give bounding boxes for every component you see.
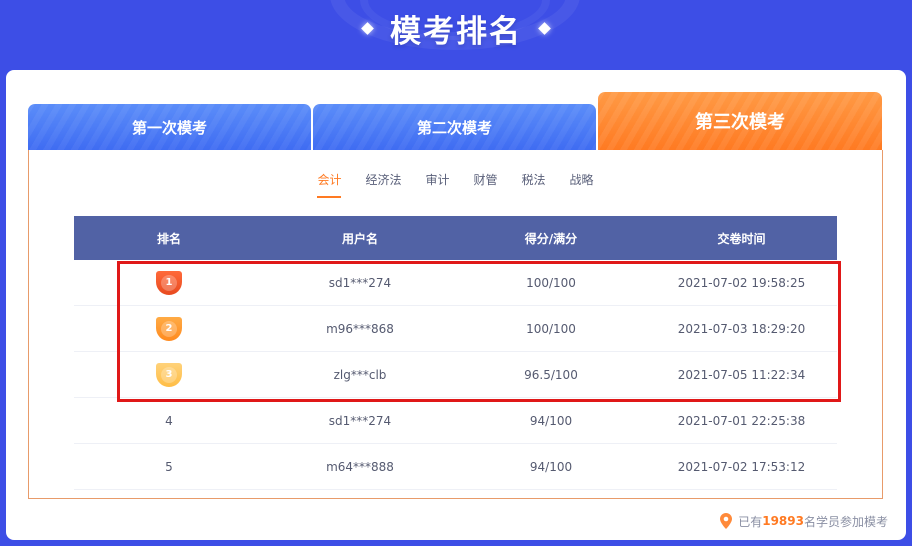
score-cell: 96.5/100 [524,367,578,382]
gold-medal-icon: 1 [156,270,182,295]
tab-second-exam[interactable]: 第二次模考 [313,104,596,150]
time-cell: 2021-07-01 22:25:38 [677,413,806,428]
table-header: 排名 用户名 得分/满分 交卷时间 [74,216,837,260]
subject-tabs: 会计 经济法 审计 财管 税法 战略 [29,170,882,200]
subject-tab-financial-management[interactable]: 财管 [474,170,498,198]
time-cell: 2021-07-05 11:22:34 [677,367,806,382]
table-row: 3 zlg***clb 96.5/100 2021-07-05 11:22:34 [74,352,837,398]
location-pin-icon [720,513,733,529]
rank-number: 1 [165,277,173,288]
column-header-score: 得分/满分 [524,231,578,246]
time-cell: 2021-07-03 18:29:20 [677,321,806,336]
table-row: 1 sd1***274 100/100 2021-07-02 19:58:25 [74,260,837,306]
exam-tabs: 第一次模考 第二次模考 第三次模考 [28,92,882,150]
bronze-medal-icon: 3 [156,362,182,387]
score-cell: 94/100 [529,459,573,474]
time-cell: 2021-07-02 19:58:25 [677,275,806,290]
diamond-left-icon [361,21,374,35]
participant-suffix: 名学员参加模考 [803,514,888,529]
silver-medal-icon: 2 [156,316,182,341]
column-header-submit-time: 交卷时间 [717,231,766,246]
page-title: 模考排名 [390,13,522,50]
page-header: 模考排名 [0,0,912,56]
subject-tab-economic-law[interactable]: 经济法 [365,170,401,198]
username-cell: sd1***274 [328,275,392,290]
subject-tab-tax-law[interactable]: 税法 [522,170,546,198]
table-row: 5 m64***888 94/100 2021-07-02 17:53:12 [74,444,837,490]
tab-first-exam[interactable]: 第一次模考 [28,104,311,150]
username-cell: zlg***clb [333,367,387,382]
score-cell: 94/100 [529,413,573,428]
rank-number: 3 [165,369,173,380]
table-row: 4 sd1***274 94/100 2021-07-01 22:25:38 [74,398,837,444]
username-cell: sd1***274 [328,413,392,428]
username-cell: m96***868 [326,321,394,336]
ranking-table: 排名 用户名 得分/满分 交卷时间 1 sd1***274 100/100 20… [74,216,837,490]
subject-tab-strategy[interactable]: 战略 [570,170,594,198]
subject-tab-audit[interactable]: 审计 [425,170,449,198]
participant-number: 19893 [762,514,804,528]
tab-third-exam[interactable]: 第三次模考 [598,92,882,150]
score-cell: 100/100 [526,321,576,336]
column-header-username: 用户名 [341,231,378,246]
subject-tab-accounting[interactable]: 会计 [317,170,342,198]
time-cell: 2021-07-02 17:53:12 [677,459,806,474]
score-cell: 100/100 [526,275,576,290]
rank-cell: 5 [165,459,173,474]
rank-cell: 4 [165,413,173,428]
username-cell: m64***888 [326,459,394,474]
diamond-right-icon [538,21,551,35]
rank-number: 2 [165,323,173,334]
ranking-panel: 会计 经济法 审计 财管 税法 战略 排名 用户名 得分/满分 交卷时间 1 s… [28,150,883,499]
participant-prefix: 已有 [738,514,763,529]
ranking-card: 第一次模考 第二次模考 第三次模考 会计 经济法 审计 财管 税法 战略 排名 … [6,70,906,540]
column-header-rank: 排名 [156,231,181,246]
table-row: 2 m96***868 100/100 2021-07-03 18:29:20 [74,306,837,352]
participant-count: 已有 19893 名学员参加模考 [720,512,888,530]
